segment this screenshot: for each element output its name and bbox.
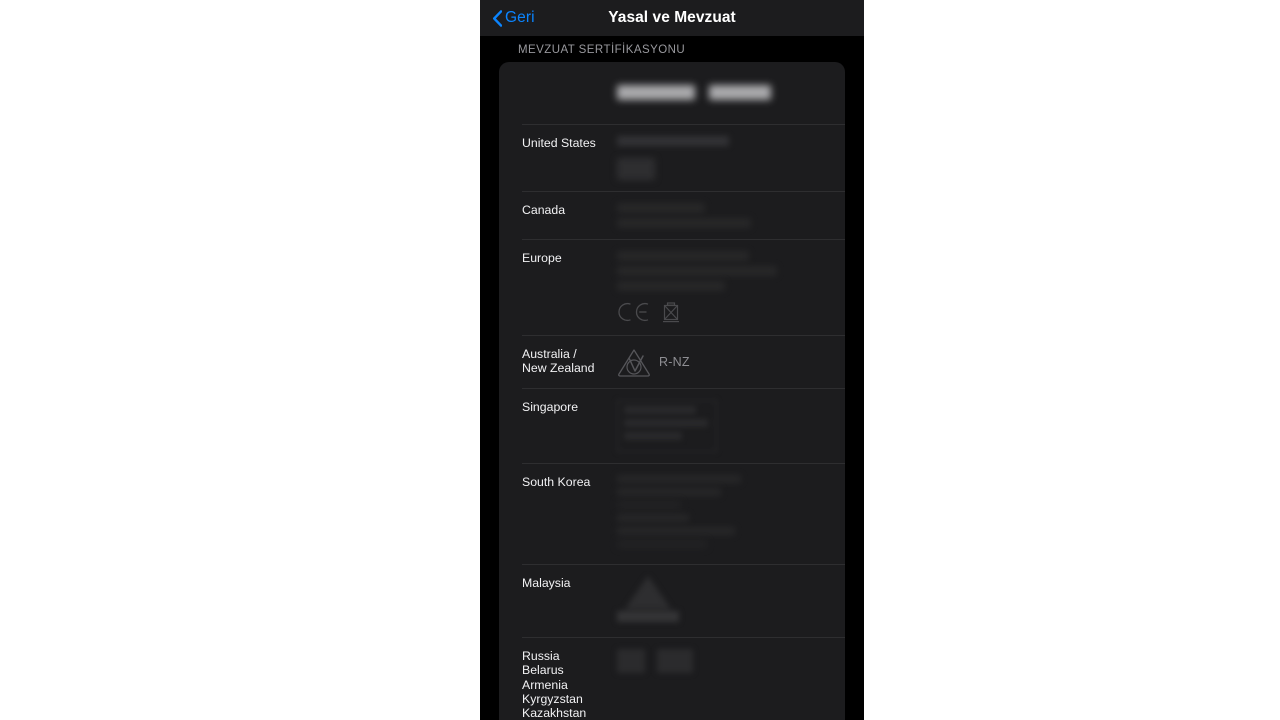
table-row: Russia Belarus Armenia Kyrgyzstan Kazakh… [522,637,845,720]
row-value [617,62,845,124]
scroll-content[interactable]: MEVZUAT SERTİFİKASYONU United States Can… [480,36,864,720]
eac-mark-icon [617,649,645,673]
row-label: Russia Belarus Armenia Kyrgyzstan Kazakh… [522,637,617,720]
screen: Geri Yasal ve Mevzuat MEVZUAT SERTİFİKAS… [0,0,1280,720]
row-value [617,388,845,463]
page-title: Yasal ve Mevzuat [608,9,736,26]
redacted-text [617,501,681,509]
fcc-logo-icon [617,158,822,180]
imda-label-box-icon [617,400,717,452]
table-row: Singapore [522,388,845,463]
table-row: Australia / New Zealand R-NZ [522,335,845,388]
row-label: Canada [522,191,617,228]
redacted-text [617,218,751,228]
table-row: United States [522,124,845,191]
navigation-bar: Geri Yasal ve Mevzuat [480,0,864,36]
certification-card: United States Canada Europe Australia / … [499,62,845,720]
row-label-line: New Zealand [522,361,595,376]
row-label-line: Belarus [522,663,564,678]
row-label: Singapore [522,388,617,425]
row-label-line: Russia [522,649,560,663]
redacted-text [617,488,721,496]
row-label-line: Kazakhstan [522,706,587,720]
row-value [617,124,845,191]
redacted-text [617,85,695,100]
row-value: R-NZ [617,335,845,388]
chevron-left-icon [492,9,502,27]
back-button-label: Geri [505,9,535,27]
redacted-text [617,514,689,522]
row-label-line: Armenia [522,677,568,692]
row-label: Malaysia [522,564,617,601]
redacted-model-identifiers [617,73,822,113]
row-label [522,62,617,84]
row-label: United States [522,124,617,161]
section-header: MEVZUAT SERTİFİKASYONU [518,44,686,56]
row-value [617,191,845,239]
row-value [617,239,845,335]
redacted-text [617,203,705,213]
phone-viewport: Geri Yasal ve Mevzuat MEVZUAT SERTİFİKAS… [480,0,864,720]
ce-mark-icon [617,301,651,323]
redacted-text [709,85,771,100]
row-label: South Korea [522,463,617,500]
row-value [617,637,845,684]
row-label: Europe [522,239,617,276]
eac-secondary-mark-icon [657,649,693,673]
rcm-mark-label: R-NZ [659,355,690,369]
row-label-line: Australia / [522,347,577,361]
redacted-text [617,527,735,535]
row-value [617,463,845,564]
row-label: Australia / New Zealand [522,335,617,387]
table-row: Europe [522,239,845,335]
redacted-text [617,281,725,291]
redacted-text [617,475,741,483]
rcm-mark-icon [617,347,651,377]
back-button[interactable]: Geri [492,9,535,27]
redacted-text [617,266,777,276]
weee-crossed-bin-icon [661,300,681,324]
table-row [522,62,845,124]
table-row: South Korea [522,463,845,564]
row-label-line: Kyrgyzstan [522,691,583,706]
redacted-text [617,251,749,261]
redacted-text [617,540,707,548]
row-value [617,564,845,637]
redacted-text [617,136,729,146]
table-row: Canada [522,191,845,239]
table-row: Malaysia [522,564,845,637]
sirim-mark-icon [617,576,679,626]
